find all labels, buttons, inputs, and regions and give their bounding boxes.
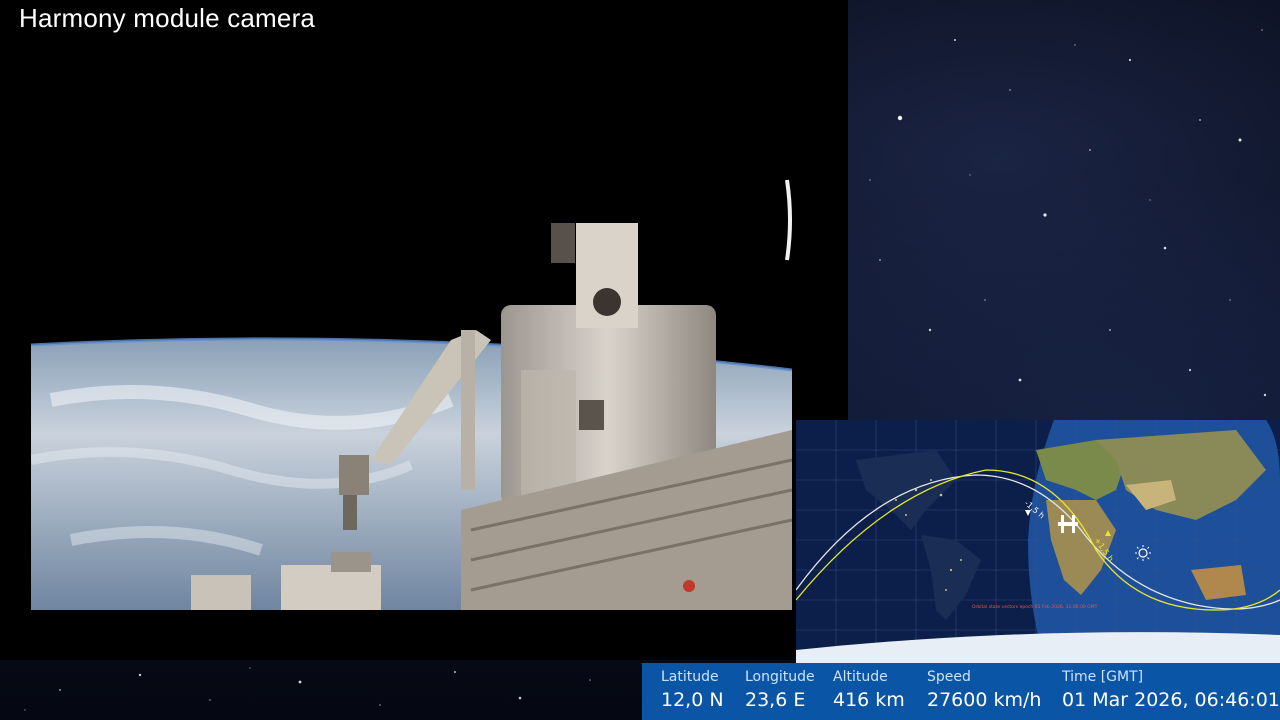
speed-label: Speed [927, 669, 971, 685]
orbital-state-note: Orbital state vectors epoch 01 Feb 2026,… [972, 604, 1098, 610]
latitude-cell: Latitude 12,0 N [661, 669, 724, 711]
latitude-label: Latitude [661, 669, 719, 685]
altitude-cell: Altitude 416 km [833, 669, 905, 711]
telemetry-bar: Latitude 12,0 N Longitude 23,6 E Altitud… [642, 663, 1280, 720]
longitude-cell: Longitude 23,6 E [745, 669, 815, 711]
ground-track-map: -1,5 h +1,5 h Orbital state vectors epoc… [796, 420, 1280, 663]
latitude-value: 12,0 N [661, 689, 724, 711]
camera-title: Harmony module camera [19, 3, 316, 33]
longitude-value: 23,6 E [745, 689, 806, 711]
time-value: 01 Mar 2026, 06:46:01 [1062, 689, 1280, 711]
world-map: -1,5 h +1,5 h Orbital state vectors epoc… [796, 420, 1280, 663]
camera-feed-image [31, 40, 792, 610]
altitude-value: 416 km [833, 689, 905, 711]
time-cell: Time [GMT] 01 Mar 2026, 06:46:01 [1062, 669, 1280, 711]
speed-value: 27600 km/h [927, 689, 1042, 711]
video-panel: Harmony module camera [0, 0, 848, 660]
longitude-label: Longitude [745, 669, 815, 685]
camera-feed [31, 40, 792, 610]
speed-cell: Speed 27600 km/h [927, 669, 1041, 711]
time-label: Time [GMT] [1062, 669, 1144, 685]
altitude-label: Altitude [833, 669, 888, 685]
